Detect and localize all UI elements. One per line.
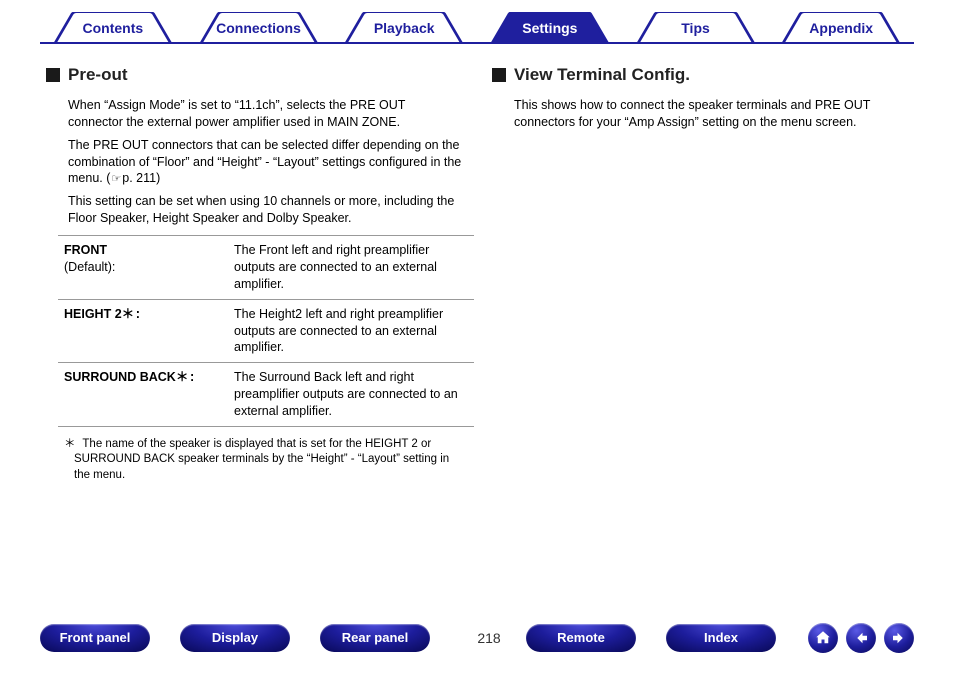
reference-link-icon[interactable]: ☞ (110, 172, 122, 187)
remote-button[interactable]: Remote (526, 624, 636, 652)
square-bullet-icon (492, 68, 506, 82)
tab-appendix[interactable]: Appendix (768, 12, 914, 44)
option-label-cell: HEIGHT 2＊: (58, 299, 228, 363)
tab-playback[interactable]: Playback (331, 12, 477, 44)
home-button[interactable] (808, 623, 838, 653)
option-desc: The Height2 left and right preamplifier … (228, 299, 474, 363)
tab-settings[interactable]: Settings (477, 12, 623, 44)
table-row: SURROUND BACK＊: The Surround Back left a… (58, 363, 474, 427)
pre-out-footnote: ＊ The name of the speaker is displayed t… (46, 433, 462, 484)
pre-out-options-table: FRONT (Default): The Front left and righ… (58, 235, 474, 427)
table-row: HEIGHT 2＊: The Height2 left and right pr… (58, 299, 474, 363)
view-terminal-para1: This shows how to connect the speaker te… (492, 97, 908, 131)
option-default-note: (Default): (64, 260, 115, 274)
tab-label: Tips (681, 20, 710, 36)
text: ) (156, 171, 160, 185)
page-reference-link[interactable]: p. 211 (122, 171, 156, 185)
tab-label: Settings (522, 20, 577, 36)
top-nav: Contents Connections Playback Settings T… (0, 0, 954, 44)
rear-panel-button[interactable]: Rear panel (320, 624, 430, 652)
table-row: FRONT (Default): The Front left and righ… (58, 236, 474, 300)
heading-text: View Terminal Config. (514, 64, 690, 87)
section-pre-out: Pre-out When “Assign Mode” is set to “11… (46, 64, 462, 483)
option-name: SURROUND BACK (64, 370, 176, 384)
square-bullet-icon (46, 68, 60, 82)
pre-out-para3: This setting can be set when using 10 ch… (46, 193, 462, 227)
heading-text: Pre-out (68, 64, 128, 87)
home-icon (814, 629, 832, 647)
arrow-left-icon (852, 629, 870, 647)
section-view-terminal-config: View Terminal Config. This shows how to … (492, 64, 908, 483)
pre-out-para1: When “Assign Mode” is set to “11.1ch”, s… (46, 97, 462, 131)
pre-out-para2: The PRE OUT connectors that can be selec… (46, 137, 462, 188)
option-desc: The Front left and right preamplifier ou… (228, 236, 474, 300)
tab-label: Contents (83, 20, 144, 36)
option-name: HEIGHT 2 (64, 307, 122, 321)
option-desc: The Surround Back left and right preampl… (228, 363, 474, 427)
nav-icons (808, 623, 914, 653)
page-content: Pre-out When “Assign Mode” is set to “11… (0, 44, 954, 483)
tab-label: Playback (374, 20, 435, 36)
tab-label: Appendix (809, 20, 873, 36)
tab-contents[interactable]: Contents (40, 12, 186, 44)
heading-pre-out: Pre-out (46, 64, 462, 87)
heading-view-terminal-config: View Terminal Config. (492, 64, 908, 87)
page-number: 218 (464, 630, 514, 646)
footnote-marker-icon: ＊: (176, 371, 196, 385)
tab-tips[interactable]: Tips (623, 12, 769, 44)
footnote-marker-icon: ＊ (64, 438, 82, 451)
prev-page-button[interactable] (846, 623, 876, 653)
option-label-cell: FRONT (Default): (58, 236, 228, 300)
display-button[interactable]: Display (180, 624, 290, 652)
footnote-text: The name of the speaker is displayed tha… (74, 438, 449, 481)
footnote-marker-icon: ＊: (122, 308, 142, 322)
tab-label: Connections (216, 20, 301, 36)
index-button[interactable]: Index (666, 624, 776, 652)
option-name: FRONT (64, 243, 107, 257)
bottom-bar: Front panel Display Rear panel 218 Remot… (0, 623, 954, 653)
next-page-button[interactable] (884, 623, 914, 653)
front-panel-button[interactable]: Front panel (40, 624, 150, 652)
tab-connections[interactable]: Connections (186, 12, 332, 44)
option-label-cell: SURROUND BACK＊: (58, 363, 228, 427)
arrow-right-icon (890, 629, 908, 647)
